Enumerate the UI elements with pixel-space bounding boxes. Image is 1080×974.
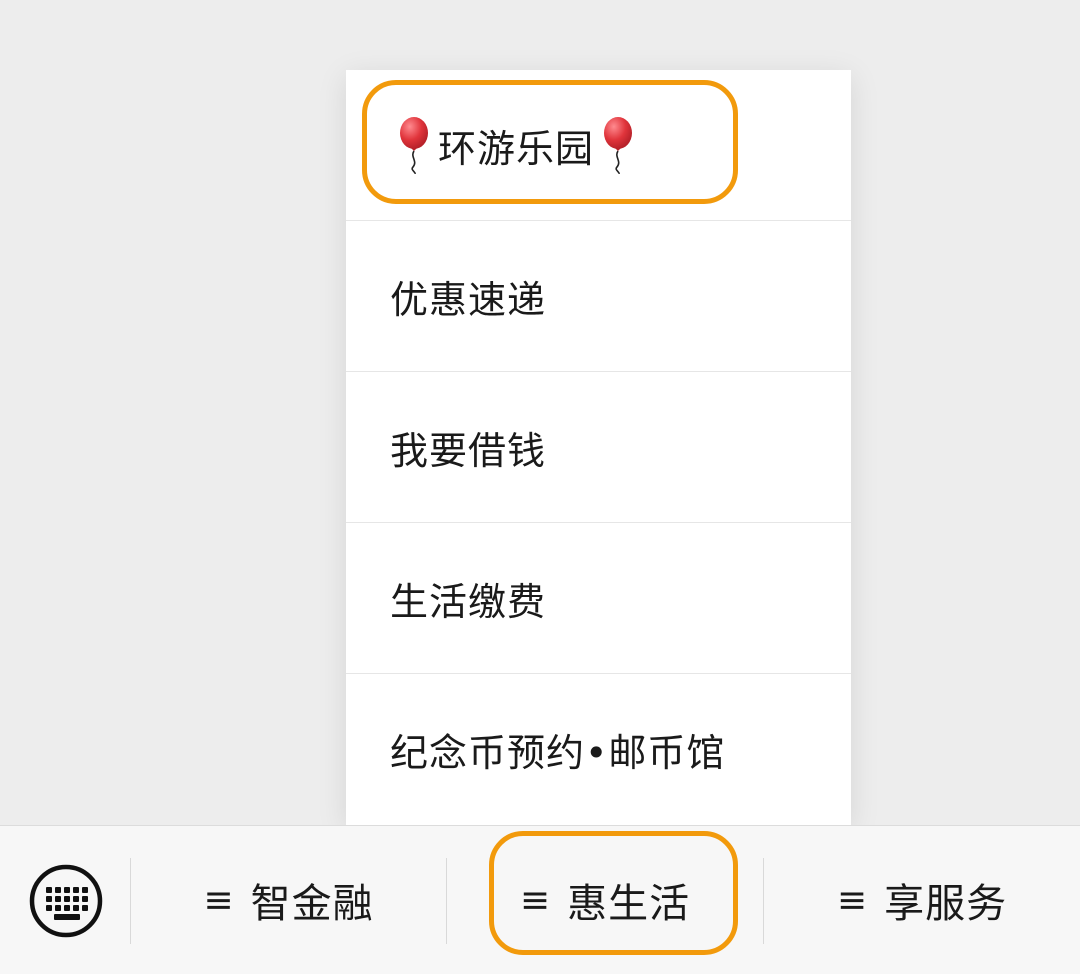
menu-item-label: 我要借钱 <box>390 428 547 473</box>
balloon-icon <box>400 117 428 174</box>
menu-item-promotions[interactable]: 优惠速递 <box>346 221 851 372</box>
tab-label: 惠生活 <box>567 881 691 927</box>
tab-label: 享服务 <box>884 881 1008 927</box>
menu-lines-icon: ≡ <box>519 879 552 921</box>
menu-item-label: 生活缴费 <box>390 579 547 624</box>
menu-lines-icon: ≡ <box>836 879 869 921</box>
submenu-popup: 环游乐园 优惠速递 我要借钱 生活缴费 纪念币预约•邮币馆 <box>346 70 851 825</box>
menu-item-label: 环游乐园 <box>438 126 595 171</box>
menu-item-label-wrap: 环游乐园 <box>390 116 642 174</box>
menu-item-borrow-money[interactable]: 我要借钱 <box>346 372 851 523</box>
tab-benefit-life[interactable]: ≡ 惠生活 <box>447 826 763 974</box>
menu-item-bill-payment[interactable]: 生活缴费 <box>346 523 851 674</box>
balloon-icon <box>604 117 633 174</box>
menu-lines-icon: ≡ <box>203 879 235 921</box>
tab-enjoy-services[interactable]: ≡ 享服务 <box>764 826 1080 974</box>
menu-item-label: 优惠速递 <box>390 277 547 322</box>
bottom-menu-bar: ≡ 智金融 ≡ 惠生活 ≡ 享服务 <box>0 825 1080 974</box>
menu-item-label: 纪念币预约•邮币馆 <box>390 731 726 775</box>
tab-smart-finance[interactable]: ≡ 智金融 <box>131 826 446 974</box>
tab-label: 智金融 <box>250 881 374 927</box>
keyboard-icon[interactable] <box>28 863 104 939</box>
menu-item-commemorative-coin[interactable]: 纪念币预约•邮币馆 <box>346 674 851 825</box>
menu-item-theme-park[interactable]: 环游乐园 <box>346 70 851 221</box>
